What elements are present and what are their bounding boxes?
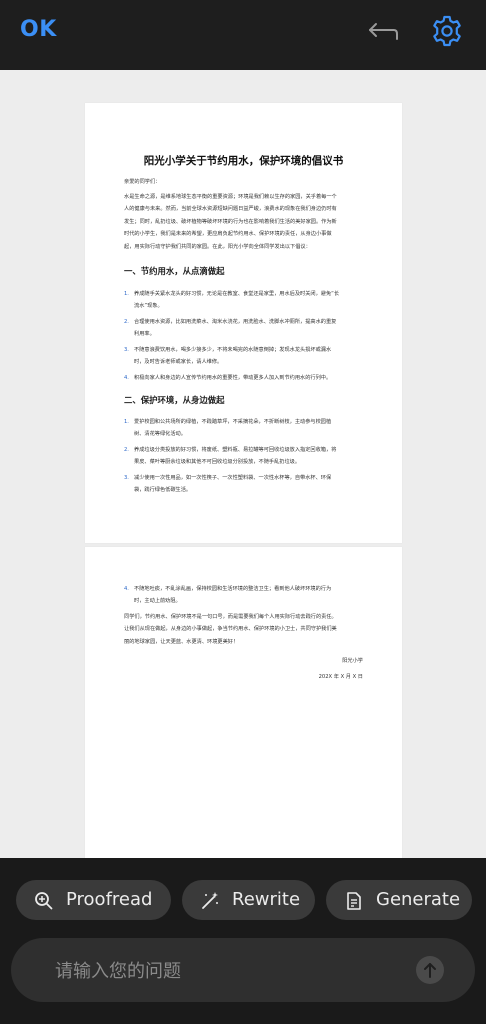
signature-org: 阳光小学 [342, 658, 363, 664]
list-number: 2. [124, 447, 129, 453]
document-page-1: 阳光小学关于节约用水，保护环境的倡议书 亲爱的同学们： 水是生命之源，是维系地球… [85, 103, 402, 543]
document-page-2: 4. 不随地吐痰，不乱涂乱画，保持校园和生活环境的整洁卫生；看到他人破坏环境的行… [85, 547, 402, 858]
proofread-magnifier-icon [35, 892, 53, 910]
list-item-line: 不随地吐痰，不乱涂乱画，保持校园和生活环境的整洁卫生；看到他人破坏环境的行为 [134, 586, 332, 592]
list-item-line: 减少使用一次性用品，如一次性筷子、一次性塑料袋、一次性水杯等，自带水杯、环保 [134, 475, 332, 481]
list-item-line: 养成垃圾分类投放的好习惯，将废纸、塑料瓶、易拉罐等可回收垃圾放入指定回收箱，将 [134, 447, 337, 453]
list-number: 1. [124, 291, 129, 297]
list-item-line: 合理使用水资源，比如用洗菜水、淘米水浇花，用洗脸水、洗脚水冲厕所，提高水的重复 [134, 319, 337, 325]
proofread-label: Proofread [66, 889, 153, 910]
list-item-line: 养成随手关紧水龙头的好习惯，无论是在教室、食堂还是家里，用水后及时关闭，避免“长 [134, 291, 340, 297]
list-number: 3. [124, 347, 129, 353]
rewrite-label: Rewrite [232, 889, 301, 910]
top-toolbar: OK [0, 0, 486, 70]
settings-gear-icon[interactable] [430, 14, 464, 48]
list-item-line: 爱护校园和公共场所的绿植，不践踏草坪，不采摘花朵，不折断树枝，主动参与校园植 [134, 419, 332, 425]
section-heading-environment: 二、保护环境，从身边做起 [124, 395, 225, 405]
list-item-line: 利用率。 [134, 331, 155, 338]
arrow-up-icon [424, 963, 436, 978]
intro-line: 水是生命之源，是维系地球生态平衡的重要资源；环境是我们赖以生存的家园，关乎着每一… [124, 194, 337, 200]
document-title: 阳光小学关于节约用水，保护环境的倡议书 [143, 155, 344, 167]
proofread-button[interactable]: Proofread [16, 880, 171, 920]
signature-date: 202X 年 X 月 X 日 [318, 674, 363, 680]
list-number: 2. [124, 319, 129, 325]
intro-line: 起，用实际行动守护我们共同的家园。在此，阳光小学向全体同学发出以下倡议： [124, 243, 311, 250]
generate-label: Generate [376, 889, 461, 910]
closing-paragraph: 同学们，节约用水、保护环境不是一句口号，而是需要我们每个人用实际行动去践行的责任… [124, 611, 374, 648]
question-input[interactable]: 请输入您的问题 [11, 938, 475, 1002]
list-item-line: 积极向家人和身边的人宣传节约用水的重要性，带动更多人加入到节约用水的行列中。 [134, 375, 332, 381]
closing-line: 丽的地球家园，让天更蓝、水更清、环境更美好！ [124, 638, 239, 645]
list-number: 3. [124, 475, 129, 481]
intro-paragraph: 水是生命之源，是维系地球生态平衡的重要资源；环境是我们赖以生存的家园，关乎着每一… [124, 191, 374, 253]
greeting-text: 亲爱的同学们： [124, 179, 161, 185]
list-item-line: 时，主动上前劝阻。 [134, 598, 181, 605]
document-viewer[interactable]: 阳光小学关于节约用水，保护环境的倡议书 亲爱的同学们： 水是生命之源，是维系地球… [0, 70, 486, 858]
intro-line: 发生；同时，乱扔垃圾、破坏植物等破坏环境的行为也在影响着我们生活的美好家园。作为… [124, 218, 337, 225]
generate-button[interactable]: Generate [326, 880, 472, 920]
list-item-line: 树、清花等绿化活动。 [134, 431, 186, 438]
undo-icon[interactable] [364, 17, 400, 49]
list-item-line: 流水”现象。 [134, 303, 163, 310]
list-number: 4. [124, 375, 129, 381]
intro-line: 人的健康与未来。然而，当前全球水资源短缺问题日益严峻，浪费水的现象在我们身边仍时… [124, 206, 337, 213]
list-item-line: 时，及时告诉老师或家长，请人维修。 [134, 359, 223, 366]
rewrite-button[interactable]: Rewrite [182, 880, 315, 920]
magic-wand-icon [202, 892, 218, 909]
ai-action-panel: Proofread Rewrite Generate 请输入您的问题 [0, 858, 486, 1024]
closing-line: 同学们，节约用水、保护环境不是一句口号，而是需要我们每个人用实际行动去践行的责任… [124, 614, 337, 620]
list-item-line: 袋，践行绿色低碳生活。 [134, 487, 192, 494]
generate-document-icon [347, 892, 361, 910]
intro-line: 时代的小学生，我们是未来的希望，更应肩负起节约用水、保护环境的责任，从身边小事做 [124, 231, 332, 238]
list-number: 4. [124, 586, 129, 592]
list-item-line: 不随意浪费饮用水，喝多少接多少，不将未喝完的水随意倒掉；发现水龙头损坏或漏水 [134, 347, 332, 353]
closing-line: 让我们从现在做起，从身边的小事做起，争当节约用水、保护环境的小卫士，共同守护我们… [124, 626, 337, 633]
section-heading-water: 一、节约用水，从点滴做起 [124, 266, 225, 276]
send-button[interactable] [416, 956, 444, 984]
list-number: 1. [124, 419, 129, 425]
ok-button[interactable]: OK [20, 17, 57, 42]
list-item-line: 果皮、菜叶等厨余垃圾和其他不可回收垃圾分别投放，不随手乱扔垃圾。 [134, 459, 301, 466]
question-input-placeholder: 请输入您的问题 [55, 961, 181, 982]
